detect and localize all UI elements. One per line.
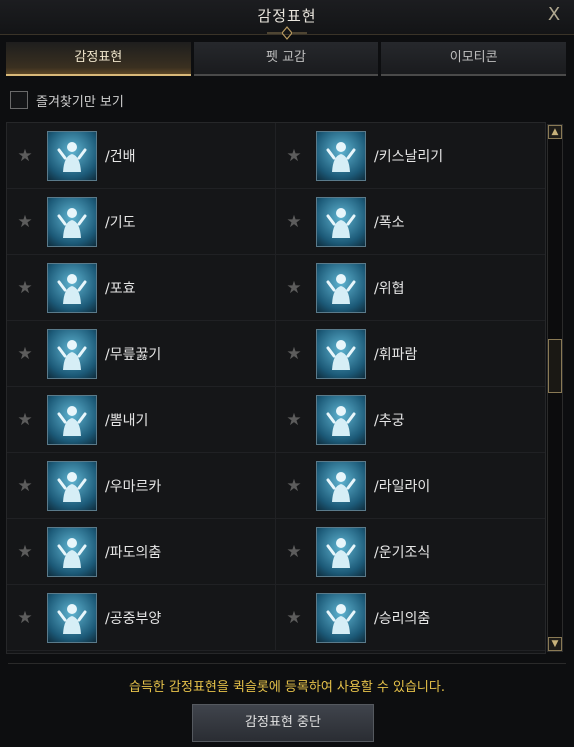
favorite-star-icon[interactable]: ★ — [286, 278, 302, 298]
emote-command: /승리의춤 — [374, 610, 431, 627]
scroll-thumb[interactable] — [548, 339, 562, 393]
favorite-star-icon[interactable]: ★ — [286, 146, 302, 166]
title-bar: 감정표현 X — [0, 0, 574, 40]
tab-bar: 감정표현 펫 교감 이모티콘 — [6, 42, 567, 76]
show-off-icon[interactable] — [47, 394, 97, 445]
window-title: 감정표현 — [257, 7, 317, 25]
emote-command: /우마르카 — [105, 478, 162, 495]
scroll-down-button[interactable]: ▼ — [548, 637, 562, 651]
favorite-star-icon[interactable]: ★ — [17, 212, 33, 232]
threaten-icon[interactable] — [316, 262, 366, 313]
emote-item[interactable]: ★ /우마르카 — [7, 453, 276, 519]
notice-text: 습득한 감정표현을 퀵슬롯에 등록하여 사용할 수 있습니다. — [129, 680, 445, 695]
favorite-star-icon[interactable]: ★ — [17, 542, 33, 562]
favorite-star-icon[interactable]: ★ — [286, 608, 302, 628]
tab-pet-interaction[interactable]: 펫 교감 — [193, 42, 379, 76]
tab-emoticons[interactable]: 이모티콘 — [381, 42, 567, 76]
emote-item[interactable]: ★ /운기조식 — [276, 519, 545, 585]
favorites-filter: 즐겨찾기만 보기 — [10, 90, 124, 110]
favorites-label: 즐겨찾기만 보기 — [36, 94, 124, 110]
cheers-icon[interactable] — [47, 130, 97, 181]
favorite-star-icon[interactable]: ★ — [286, 476, 302, 496]
emote-item[interactable]: ★ /위협 — [276, 255, 545, 321]
emote-item[interactable]: ★ /추궁 — [276, 387, 545, 453]
close-button[interactable]: X — [544, 5, 564, 25]
blow-kiss-icon[interactable] — [316, 130, 366, 181]
scrollbar[interactable]: ▲ ▼ — [547, 124, 563, 652]
emote-command: /휘파람 — [374, 346, 418, 363]
emote-item[interactable]: ★ /키스날리기 — [276, 123, 545, 189]
favorite-star-icon[interactable]: ★ — [286, 542, 302, 562]
favorite-star-icon[interactable]: ★ — [17, 146, 33, 166]
emote-item[interactable]: ★ /라일라이 — [276, 453, 545, 519]
emote-item[interactable]: ★ /뽐내기 — [7, 387, 276, 453]
emote-item[interactable]: ★ /공중부양 — [7, 585, 276, 651]
favorite-star-icon[interactable]: ★ — [17, 608, 33, 628]
emote-command: /공중부양 — [105, 610, 162, 627]
emote-command: /파도의춤 — [105, 544, 162, 561]
favorite-star-icon[interactable]: ★ — [17, 410, 33, 430]
pray-icon[interactable] — [47, 196, 97, 247]
divider — [8, 663, 566, 664]
emote-item[interactable]: ★ /기도 — [7, 189, 276, 255]
emote-item[interactable]: ★ /건배 — [7, 123, 276, 189]
emote-command: /기도 — [105, 214, 136, 231]
favorite-star-icon[interactable]: ★ — [17, 476, 33, 496]
emote-command: /키스날리기 — [374, 148, 444, 165]
victory-dance-icon[interactable] — [316, 592, 366, 643]
favorite-star-icon[interactable]: ★ — [286, 344, 302, 364]
tab-emotes[interactable]: 감정표현 — [6, 42, 191, 76]
laugh-icon[interactable] — [316, 196, 366, 247]
emote-command: /추궁 — [374, 412, 405, 429]
emote-command: /폭소 — [374, 214, 405, 231]
whistle-icon[interactable] — [316, 328, 366, 379]
emote-command: /포효 — [105, 280, 136, 297]
emote-command: /뽐내기 — [105, 412, 149, 429]
emote-item[interactable]: ★ /승리의춤 — [276, 585, 545, 651]
scroll-up-button[interactable]: ▲ — [548, 125, 562, 139]
favorite-star-icon[interactable]: ★ — [17, 278, 33, 298]
roar-icon[interactable] — [47, 262, 97, 313]
emote-item[interactable]: ★ /포효 — [7, 255, 276, 321]
emote-item[interactable]: ★ /휘파람 — [276, 321, 545, 387]
levitate-icon[interactable] — [47, 592, 97, 643]
favorite-star-icon[interactable]: ★ — [286, 410, 302, 430]
emote-item[interactable]: ★ /폭소 — [276, 189, 545, 255]
favorite-star-icon[interactable]: ★ — [17, 344, 33, 364]
kneel-icon[interactable] — [47, 328, 97, 379]
emote-item[interactable]: ★ /무릎꿇기 — [7, 321, 276, 387]
emote-command: /위협 — [374, 280, 405, 297]
emote-command: /라일라이 — [374, 478, 431, 495]
emote-command: /건배 — [105, 148, 136, 165]
stop-emote-button[interactable]: 감정표현 중단 — [192, 704, 374, 742]
emote-item[interactable]: ★ /파도의춤 — [7, 519, 276, 585]
umarka-dance-icon[interactable] — [47, 460, 97, 511]
emote-list: ★ /건배 ★ /키스날리기 ★ /기도 ★ /폭소 ★ /포효 ★ /위협 ★ /무릎꿇기 ★ /휘파람 ★ /… — [6, 122, 546, 654]
meditate-breath-icon[interactable] — [316, 526, 366, 577]
favorite-star-icon[interactable]: ★ — [286, 212, 302, 232]
favorites-checkbox[interactable] — [10, 91, 28, 109]
ornament-icon — [267, 26, 307, 40]
emote-command: /무릎꿇기 — [105, 346, 162, 363]
interrogate-icon[interactable] — [316, 394, 366, 445]
emote-command: /운기조식 — [374, 544, 431, 561]
wave-dance-icon[interactable] — [47, 526, 97, 577]
lailai-dance-icon[interactable] — [316, 460, 366, 511]
